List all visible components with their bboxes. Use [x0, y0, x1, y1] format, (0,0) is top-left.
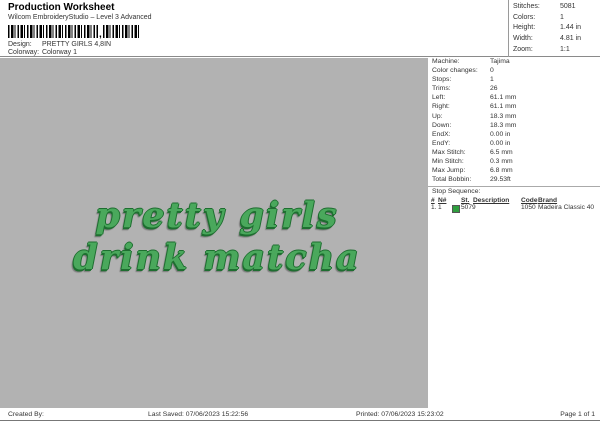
stat-value: 1	[560, 13, 564, 21]
design-canvas: pretty girls drink matcha	[0, 58, 434, 408]
info-label: Min Stitch:	[432, 158, 464, 166]
column-header-thread: St.	[461, 197, 470, 204]
design-barcode: ,	[8, 25, 141, 40]
stat-value: 1:1	[560, 45, 570, 53]
info-label: Color changes:	[432, 67, 478, 75]
info-up: Up: 18.3 mm	[428, 113, 600, 122]
info-label: Max Stitch:	[432, 148, 466, 156]
table-row-thread: 5079	[461, 204, 476, 211]
info-value: 0.00 in	[490, 130, 511, 138]
info-endy: EndY: 0.00 in	[428, 140, 600, 149]
info-label: Up:	[432, 112, 443, 120]
info-value: 0.3 mm	[490, 158, 513, 166]
design-stats-box: Stitches: 5081 Colors: 1 Height: 1.44 in…	[508, 0, 600, 57]
info-label: Down:	[432, 121, 452, 129]
info-value: 26	[490, 85, 498, 93]
info-max-jump: Max Jump: 6.8 mm	[428, 167, 600, 176]
info-min-stitch: Min Stitch: 0.3 mm	[428, 158, 600, 167]
info-label: Machine:	[432, 58, 460, 65]
info-value: 1	[490, 76, 494, 84]
info-label: Right:	[432, 103, 450, 111]
info-label: Total Bobbin:	[432, 176, 472, 184]
info-color-changes: Color changes: 0	[428, 67, 600, 76]
stat-label: Width:	[513, 35, 533, 43]
info-stops: Stops: 1	[428, 76, 600, 85]
worksheet-header: Production Worksheet Wilcom EmbroiderySt…	[0, 0, 600, 57]
colorway-label: Colorway:	[8, 49, 40, 56]
barcode-comma: ,	[99, 29, 102, 40]
printed-text: Printed: 07/06/2023 15:23:02	[356, 411, 444, 418]
stat-width: Width: 4.81 in	[513, 35, 600, 46]
info-value: 0.00 in	[490, 139, 511, 147]
colorway-row: Colorway: Colorway 1	[8, 49, 77, 56]
column-header-num: #	[431, 197, 435, 204]
info-value: 18.3 mm	[490, 121, 517, 129]
info-value: 0	[490, 67, 494, 75]
info-label: Trims:	[432, 85, 451, 93]
embroidery-text-line1: pretty girls	[95, 195, 339, 236]
last-saved-text: Last Saved: 07/06/2023 15:22:56	[148, 411, 249, 418]
info-value: 18.3 mm	[490, 112, 517, 120]
worksheet-footer: Created By: Last Saved: 07/06/2023 15:22…	[0, 408, 600, 421]
stat-label: Colors:	[513, 13, 536, 21]
column-header-needle: N#	[438, 197, 447, 204]
info-endx: EndX: 0.00 in	[428, 131, 600, 140]
stat-height: Height: 1.44 in	[513, 24, 600, 35]
stat-label: Zoom:	[513, 45, 533, 53]
stat-label: Stitches:	[513, 3, 540, 10]
embroidery-text-line2: drink matcha	[73, 237, 361, 278]
table-row-num: 1.	[431, 204, 437, 211]
stop-sequence-title: Stop Sequence:	[432, 188, 481, 195]
table-row-brand: Madeira Classic 40	[538, 204, 595, 211]
column-header-description: Description	[473, 197, 510, 204]
barcode-segment-1	[8, 25, 98, 38]
colorway-value: Colorway 1	[41, 49, 77, 56]
machine-info-panel: Machine: Tajima Color changes: 0 Stops: …	[428, 58, 600, 408]
stat-value: 5081	[560, 3, 576, 10]
design-row: Design: PRETTY GIRLS 4,8IN	[8, 41, 111, 48]
info-value: 61.1 mm	[490, 94, 517, 102]
stat-stitches: Stitches: 5081	[513, 3, 600, 14]
app-subtitle: Wilcom EmbroideryStudio – Level 3 Advanc…	[8, 14, 152, 21]
info-label: Left:	[432, 94, 446, 102]
info-max-stitch: Max Stitch: 6.5 mm	[428, 149, 600, 158]
info-total-bobbin: Total Bobbin: 29.53ft	[428, 176, 600, 185]
info-label: Max Jump:	[432, 167, 466, 175]
created-by-label: Created By:	[8, 411, 44, 418]
info-down: Down: 18.3 mm	[428, 122, 600, 131]
stat-label: Height:	[513, 24, 536, 32]
barcode-segment-2	[102, 25, 141, 38]
thread-color-swatch	[452, 205, 460, 213]
info-label: Stops:	[432, 76, 452, 84]
page-number: Page 1 of 1	[560, 411, 595, 418]
stat-colors: Colors: 1	[513, 14, 600, 25]
column-header-code: Code	[521, 197, 538, 204]
info-machine: Machine: Tajima	[428, 58, 600, 67]
page-title: Production Worksheet	[8, 2, 115, 13]
stat-value: 4.81 in	[560, 35, 582, 43]
info-value: 6.8 mm	[490, 167, 513, 175]
table-row-needle: 1	[438, 204, 442, 211]
info-value: Tajima	[490, 58, 510, 65]
info-value: 29.53ft	[490, 176, 511, 184]
info-right: Right: 61.1 mm	[428, 103, 600, 112]
panel-divider	[428, 186, 600, 187]
info-trims: Trims: 26	[428, 85, 600, 94]
stat-zoom: Zoom: 1:1	[513, 46, 600, 57]
design-value: PRETTY GIRLS 4,8IN	[41, 41, 112, 48]
table-row-code: 1050	[521, 204, 536, 211]
design-label: Design:	[8, 41, 32, 48]
info-label: EndX:	[432, 130, 451, 138]
info-value: 6.5 mm	[490, 148, 513, 156]
info-value: 61.1 mm	[490, 103, 517, 111]
stat-value: 1.44 in	[560, 24, 582, 32]
production-worksheet-page: Production Worksheet Wilcom EmbroiderySt…	[0, 0, 600, 424]
info-label: EndY:	[432, 139, 451, 147]
column-header-brand: Brand	[538, 197, 558, 204]
info-left: Left: 61.1 mm	[428, 94, 600, 103]
